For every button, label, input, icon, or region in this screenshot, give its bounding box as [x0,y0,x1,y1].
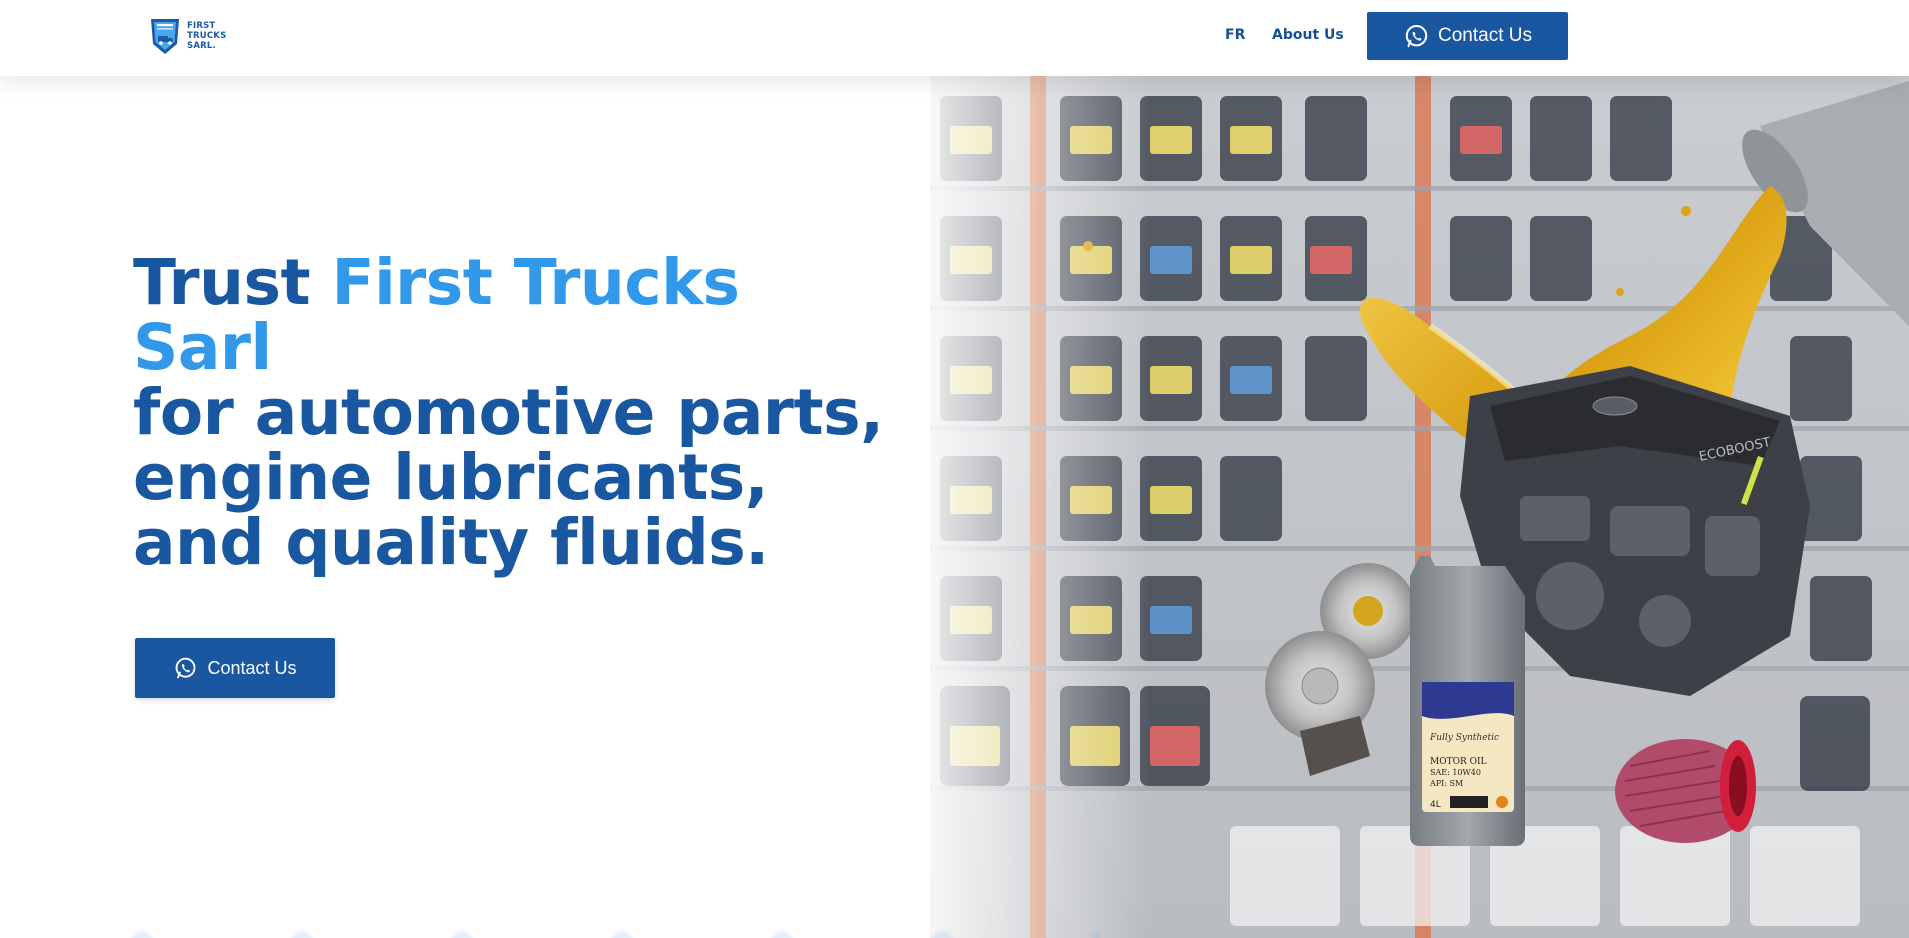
language-switch-fr[interactable]: FR [1225,27,1245,43]
jug-label-line3: SAE: 10W40 [1430,768,1481,777]
hero-contact-label: Contact Us [207,657,297,678]
nav-about-us[interactable]: About Us [1272,27,1344,43]
whatsapp-icon [176,657,196,678]
header-contact-button[interactable]: Contact Us [1367,12,1568,60]
header-contact-label: Contact Us [1438,25,1532,46]
site-header: FIRST TRUCKS SARL. FR About Us Contact U… [0,0,1909,76]
jug-label-line2: MOTOR OIL [1430,757,1487,767]
decorative-wave [0,924,1100,938]
shield-truck-icon [151,19,179,54]
hero-title-prefix: Trust [133,246,332,319]
jug-label-line1: Fully Synthetic [1429,733,1499,743]
jug-label-volume: 4L [1430,800,1441,810]
hero-contact-button[interactable]: Contact Us [135,638,335,698]
logo-text: FIRST TRUCKS SARL. [187,21,227,51]
hero-title-rest: for automotive parts, engine lubricants,… [133,376,884,579]
whatsapp-icon [1405,24,1428,47]
hero-title: Trust First Trucks Sarl for automotive p… [133,250,893,575]
jug-label-line4: API: SM [1429,779,1463,788]
logo[interactable]: FIRST TRUCKS SARL. [148,15,228,57]
